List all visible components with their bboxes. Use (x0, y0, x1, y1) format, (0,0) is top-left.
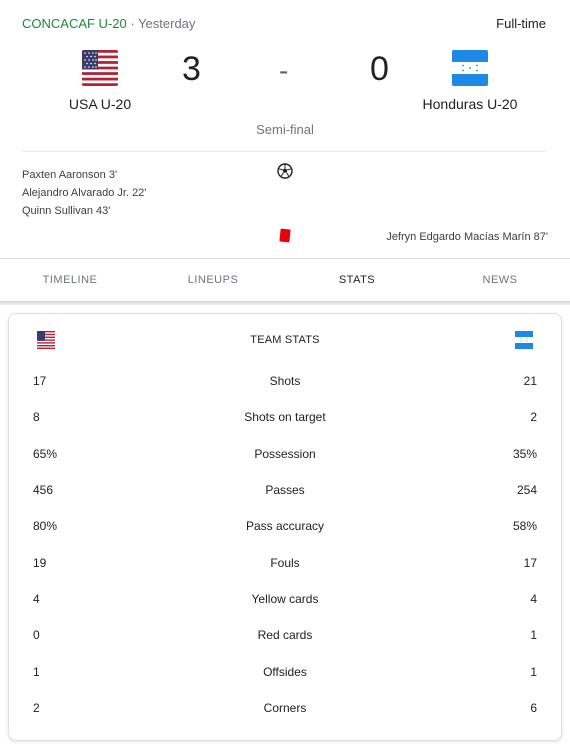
match-stage: Semi-final (256, 122, 314, 137)
away-stat-value: 35% (512, 447, 537, 461)
stat-label: Shots (269, 374, 301, 388)
honduras-flag-icon (515, 331, 533, 349)
team-stats-title: TEAM STATS (250, 334, 320, 346)
usa-flag-icon (82, 50, 118, 86)
away-score: 0 (370, 50, 389, 88)
away-stat-value: 2 (530, 410, 537, 424)
stat-label: Passes (265, 483, 305, 497)
match-header: CONCACAF U-20 · Yesterday Full-time (22, 16, 546, 32)
tabs-shadow (0, 301, 570, 305)
stat-row-shots-on-target: 8 Shots on target 2 (9, 410, 561, 430)
stat-label: Possession (254, 447, 316, 461)
away-team-name[interactable]: Honduras U-20 (400, 96, 540, 112)
tab-timeline[interactable]: TIMELINE (20, 274, 120, 286)
red-card-icon (279, 228, 291, 243)
competition-line[interactable]: CONCACAF U-20 · Yesterday (22, 16, 195, 31)
match-status: Full-time (496, 16, 546, 31)
match-tabs: TIMELINE LINEUPS STATS NEWS (0, 262, 570, 300)
home-scorers-list: Paxten Aaronson 3' Alejandro Alvarado Jr… (22, 166, 146, 220)
away-stat-value: 254 (516, 483, 537, 497)
match-date: Yesterday (138, 16, 196, 31)
away-stat-value: 58% (512, 519, 537, 533)
tab-lineups[interactable]: LINEUPS (163, 274, 263, 286)
stat-row-yellow-cards: 4 Yellow cards 4 (9, 592, 561, 612)
scorer-item: Paxten Aaronson 3' (22, 169, 118, 181)
team-stats-card: TEAM STATS 17 Shots 21 8 Shots on target… (8, 313, 562, 741)
stat-row-passes: 456 Passes 254 (9, 483, 561, 503)
away-stat-value: 1 (530, 665, 537, 679)
honduras-flag-icon (452, 50, 488, 86)
stat-label: Fouls (270, 556, 300, 570)
home-team-name[interactable]: USA U-20 (30, 96, 170, 112)
red-card-player: Jefryn Edgardo Macías Marín 87' (386, 231, 548, 243)
stat-label: Yellow cards (251, 592, 319, 606)
away-stat-value: 4 (530, 592, 537, 606)
scorer-item: Alejandro Alvarado Jr. 22' (22, 187, 147, 199)
home-team[interactable]: USA U-20 (30, 50, 170, 112)
scorer-item: Quinn Sullivan 43' (22, 205, 111, 217)
separator: · (126, 16, 139, 31)
away-stat-value: 1 (530, 628, 537, 642)
away-stat-value: 17 (523, 556, 537, 570)
divider (22, 151, 546, 152)
stat-row-red-cards: 0 Red cards 1 (9, 628, 561, 648)
tab-news[interactable]: NEWS (450, 274, 550, 286)
stat-label: Pass accuracy (245, 519, 325, 533)
away-team[interactable]: Honduras U-20 (400, 50, 540, 112)
tab-stats[interactable]: STATS (307, 274, 407, 286)
stat-row-possession: 65% Possession 35% (9, 447, 561, 467)
competition-name[interactable]: CONCACAF U-20 (22, 16, 127, 31)
stat-label: Offsides (263, 665, 307, 679)
away-stat-value: 21 (523, 374, 537, 388)
home-score: 3 (182, 50, 201, 88)
stat-label: Corners (263, 701, 307, 715)
stat-label: Shots on target (244, 410, 326, 424)
score-separator: - (279, 55, 289, 86)
stat-row-fouls: 19 Fouls 17 (9, 556, 561, 576)
soccer-ball-icon (277, 163, 293, 179)
stat-row-offsides: 1 Offsides 1 (9, 665, 561, 685)
team-stats-header: TEAM STATS (9, 314, 561, 366)
away-stat-value: 6 (530, 701, 537, 715)
divider (0, 258, 570, 259)
stat-row-corners: 2 Corners 6 (9, 701, 561, 721)
stat-row-pass-accuracy: 80% Pass accuracy 58% (9, 519, 561, 539)
stat-row-shots: 17 Shots 21 (9, 374, 561, 394)
stat-label: Red cards (257, 628, 313, 642)
